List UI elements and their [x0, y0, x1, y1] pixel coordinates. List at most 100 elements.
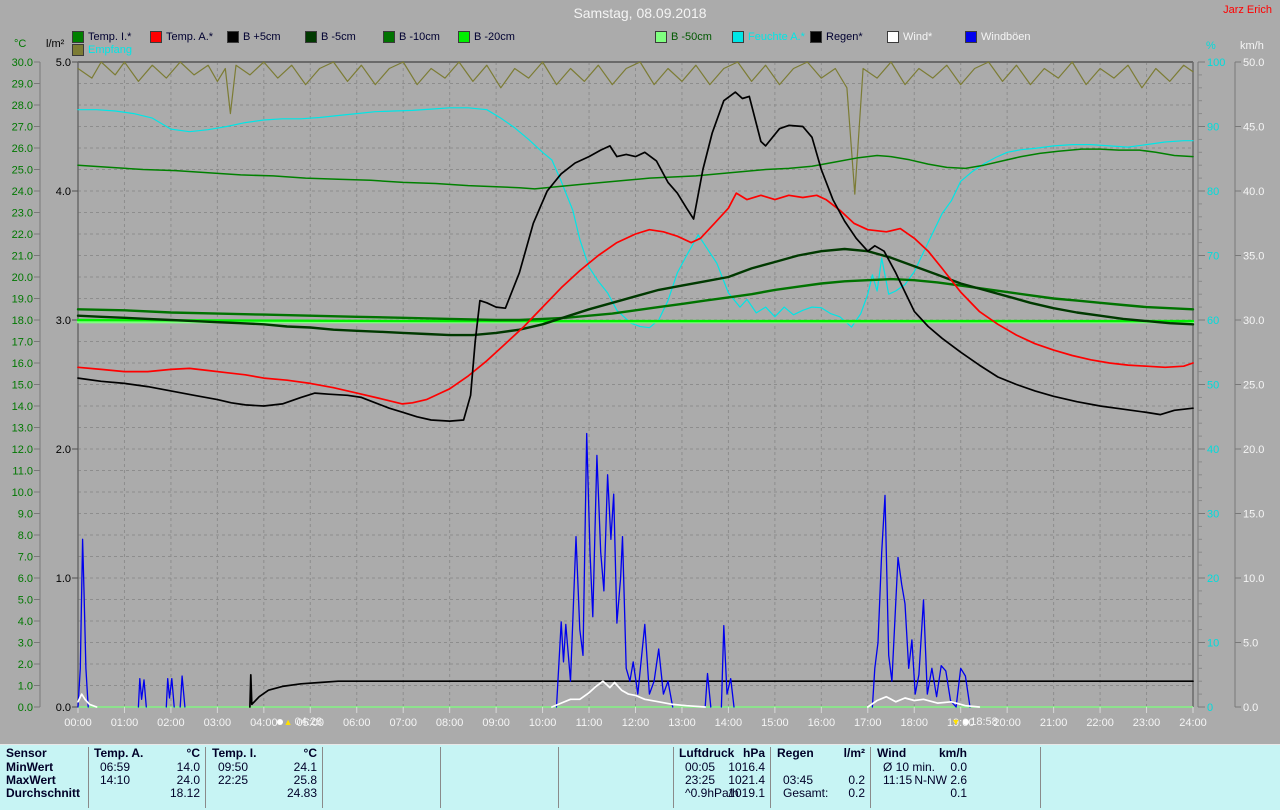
sunset-icon — [963, 719, 969, 725]
axis-tick-label: 14.0 — [12, 401, 33, 413]
axis-tick-label: 60 — [1207, 315, 1219, 327]
axis-tick-label: 15:00 — [761, 717, 789, 729]
table-separator — [205, 747, 206, 808]
axis-tick-label: 12:00 — [622, 717, 650, 729]
chart-plot: 0.01.02.03.04.05.06.07.08.09.010.011.012… — [0, 0, 1280, 745]
axis-tick-label: 07:00 — [389, 717, 417, 729]
sunset-marker: ▼ 18:58 — [951, 716, 997, 728]
sunrise-marker: ▲ 04:28 — [276, 716, 322, 728]
axis-tick-label: 12.0 — [12, 444, 33, 456]
axis-tick-label: 100 — [1207, 57, 1225, 69]
sunset-time: 18:58 — [970, 716, 998, 728]
axis-tick-label: 30 — [1207, 509, 1219, 521]
table-cell: 24.83 — [212, 787, 317, 800]
axis-tick-label: 22:00 — [1086, 717, 1114, 729]
axis-tick-label: 20 — [1207, 573, 1219, 585]
axis-tick-label: 3.0 — [56, 315, 71, 327]
axis-tick-label: 21:00 — [1040, 717, 1068, 729]
axis-tick-label: 3.0 — [18, 638, 33, 650]
axis-tick-label: 2.0 — [18, 659, 33, 671]
axis-tick-label: 80 — [1207, 186, 1219, 198]
axis-tick-label: 90 — [1207, 122, 1219, 134]
axis-tick-label: 40.0 — [1243, 186, 1264, 198]
table-cell: Sensor — [6, 747, 47, 760]
axis-tick-label: 8.0 — [18, 530, 33, 542]
axis-tick-label: 10:00 — [529, 717, 557, 729]
table-separator — [673, 747, 674, 808]
axis-tick-label: 30.0 — [1243, 315, 1264, 327]
sunrise-time: 04:28 — [295, 716, 323, 728]
axis-tick-label: 17.0 — [12, 337, 33, 349]
table-cell: hPa — [679, 747, 765, 760]
axis-tick-label: 23:00 — [1133, 717, 1161, 729]
axis-tick-label: 16:00 — [808, 717, 836, 729]
axis-tick-label: 4.0 — [56, 186, 71, 198]
axis-tick-label: 23.0 — [12, 208, 33, 220]
axis-tick-label: 13:00 — [668, 717, 696, 729]
axis-tick-label: 5.0 — [18, 595, 33, 607]
axis-tick-label: 6.0 — [18, 573, 33, 585]
axis-tick-label: 25.0 — [12, 165, 33, 177]
table-cell: km/h — [877, 747, 967, 760]
sunset-arrow-icon: ▼ — [951, 717, 960, 727]
axis-tick-label: 0.0 — [1243, 702, 1258, 714]
axis-tick-label: 28.0 — [12, 100, 33, 112]
axis-tick-label: 03:00 — [204, 717, 232, 729]
axis-tick-label: 29.0 — [12, 79, 33, 91]
axis-tick-label: 10.0 — [12, 487, 33, 499]
axis-tick-label: 13.0 — [12, 423, 33, 435]
axis-tick-label: 5.0 — [1243, 638, 1258, 650]
table-cell: Durchschnitt — [6, 787, 80, 800]
stats-table: SensorMinWertMaxWertDurchschnittTemp. A.… — [0, 744, 1280, 810]
axis-tick-label: 35.0 — [1243, 251, 1264, 263]
table-separator — [322, 747, 323, 808]
table-separator — [440, 747, 441, 808]
axis-tick-label: 25.0 — [1243, 380, 1264, 392]
axis-tick-label: 19.0 — [12, 294, 33, 306]
axis-tick-label: 24:00 — [1179, 717, 1207, 729]
axis-tick-label: 08:00 — [436, 717, 464, 729]
axis-tick-label: 45.0 — [1243, 122, 1264, 134]
table-cell: 0.1 — [877, 787, 967, 800]
series-Windböen — [78, 434, 1193, 708]
axis-tick-label: 2.0 — [56, 444, 71, 456]
axis-tick-label: 11.0 — [12, 466, 33, 478]
axis-tick-label: 22.0 — [12, 229, 33, 241]
axis-tick-label: 26.0 — [12, 143, 33, 155]
axis-tick-label: 14:00 — [715, 717, 743, 729]
axis-tick-label: 18.0 — [12, 315, 33, 327]
axis-tick-label: 9.0 — [18, 509, 33, 521]
table-cell: l/m² — [777, 747, 865, 760]
axis-tick-label: 0.0 — [56, 702, 71, 714]
axis-tick-label: 7.0 — [18, 552, 33, 564]
axis-tick-label: 5.0 — [56, 57, 71, 69]
table-separator — [870, 747, 871, 808]
axis-tick-label: 0 — [1207, 702, 1213, 714]
sunrise-arrow-icon: ▲ — [284, 717, 293, 727]
axis-tick-label: 40 — [1207, 444, 1219, 456]
axis-tick-label: 50.0 — [1243, 57, 1264, 69]
sunrise-icon — [277, 719, 283, 725]
axis-tick-label: 00:00 — [64, 717, 92, 729]
table-cell: 0.2 — [777, 787, 865, 800]
axis-tick-label: 27.0 — [12, 122, 33, 134]
table-separator — [88, 747, 89, 808]
table-separator — [558, 747, 559, 808]
table-separator — [1040, 747, 1041, 808]
table-cell: 1019.1 — [679, 787, 765, 800]
table-cell: °C — [94, 747, 200, 760]
axis-tick-label: 0.0 — [18, 702, 33, 714]
axis-tick-label: 01:00 — [111, 717, 139, 729]
axis-tick-label: 4.0 — [18, 616, 33, 628]
axis-tick-label: 50 — [1207, 380, 1219, 392]
weather-station-day-view: Samstag, 08.09.2018 Jarz Erich °C l/m² %… — [0, 0, 1280, 810]
axis-tick-label: 11:00 — [576, 717, 603, 729]
table-cell: °C — [212, 747, 317, 760]
axis-tick-label: 10 — [1207, 638, 1219, 650]
axis-tick-label: 70 — [1207, 251, 1219, 263]
axis-tick-label: 18:00 — [900, 717, 928, 729]
axis-tick-label: 02:00 — [157, 717, 185, 729]
axis-tick-label: 20.0 — [12, 272, 33, 284]
table-cell: 18.12 — [94, 787, 200, 800]
series-B -20cm — [78, 320, 1193, 321]
